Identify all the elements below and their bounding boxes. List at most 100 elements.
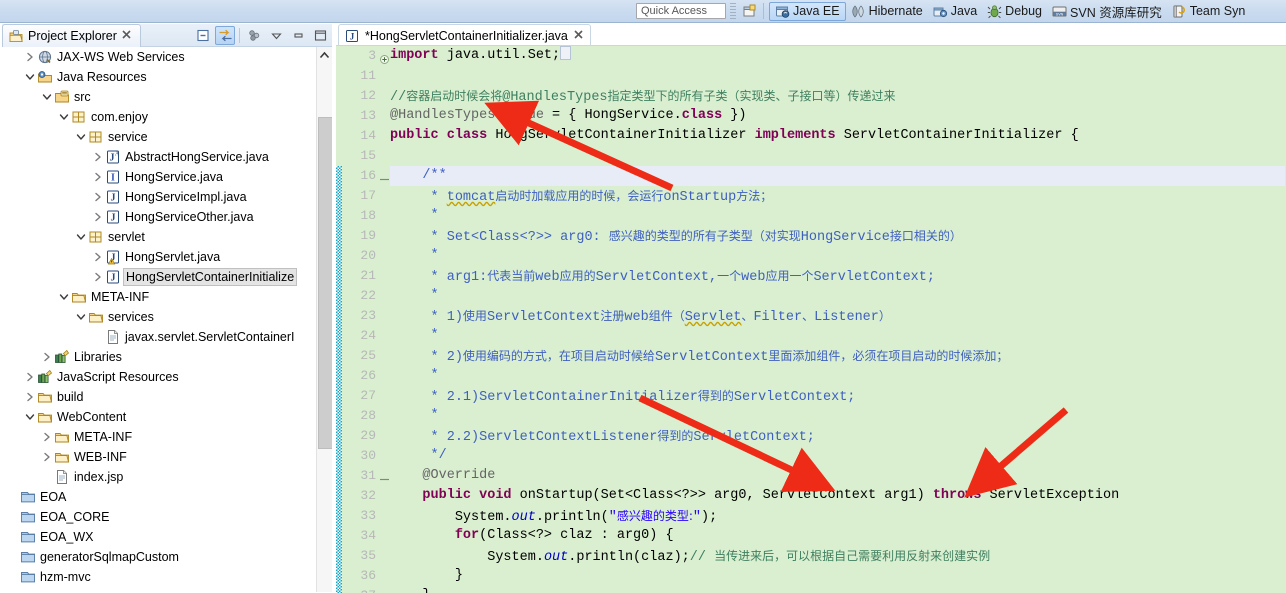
scroll-up-arrow-icon[interactable] bbox=[317, 47, 332, 63]
fold-collapse-icon[interactable] bbox=[380, 172, 389, 181]
tree-item[interactable]: WebContent bbox=[2, 407, 316, 427]
editor-tab-hongservletcontainerinitializer[interactable]: J *HongServletContainerInitializer.java bbox=[338, 24, 591, 47]
perspective-svn[interactable]: SVN SVN 资源库研究 bbox=[1047, 2, 1167, 21]
tree-item[interactable]: src bbox=[2, 87, 316, 107]
chevron-down-icon[interactable] bbox=[74, 130, 88, 144]
tree-item[interactable]: J HongServletContainerInitialize bbox=[2, 267, 316, 287]
perspective-debug[interactable]: Debug bbox=[982, 2, 1047, 21]
explorer-scrollbar-thumb[interactable] bbox=[318, 117, 332, 449]
chevron-down-icon[interactable] bbox=[74, 310, 88, 324]
quick-access-input[interactable]: Quick Access bbox=[636, 3, 726, 19]
chevron-right-icon[interactable] bbox=[91, 250, 105, 264]
chevron-right-icon[interactable] bbox=[91, 150, 105, 164]
tree-item[interactable]: generatorSqlmapCustom bbox=[2, 547, 316, 567]
perspective-hibernate[interactable]: Hibernate bbox=[846, 2, 928, 21]
fold-collapse-icon[interactable] bbox=[380, 472, 389, 481]
chevron-right-icon[interactable] bbox=[91, 190, 105, 204]
code-line[interactable]: } bbox=[390, 586, 1286, 593]
code-line[interactable]: * bbox=[390, 206, 1286, 226]
code-line[interactable]: * tomcat启动时加载应用的时候，会运行onStartup方法； bbox=[390, 186, 1286, 206]
code-line[interactable]: * arg1:代表当前web应用的ServletContext,一个web应用一… bbox=[390, 266, 1286, 286]
open-perspective-button[interactable] bbox=[740, 2, 758, 21]
close-icon[interactable] bbox=[121, 29, 132, 44]
chevron-right-icon[interactable] bbox=[91, 170, 105, 184]
tree-item[interactable]: J HongServiceOther.java bbox=[2, 207, 316, 227]
code-editing-area[interactable]: 3 11 12 13 14 15 16 17 18 19 20 21 22 23 24 25 26 27 28 29 3… bbox=[336, 46, 1286, 593]
tree-item[interactable]: META-INF bbox=[2, 287, 316, 307]
code-line[interactable]: for(Class<?> claz : arg0) { bbox=[390, 526, 1286, 546]
chevron-down-icon[interactable] bbox=[74, 230, 88, 244]
code-line[interactable]: */ bbox=[390, 446, 1286, 466]
tree-item[interactable]: Libraries bbox=[2, 347, 316, 367]
tree-item[interactable]: WEB-INF bbox=[2, 447, 316, 467]
chevron-right-icon[interactable] bbox=[91, 210, 105, 224]
toolbar-grip[interactable] bbox=[730, 3, 736, 19]
code-line[interactable]: //容器启动时候会将@HandlesTypes指定类型下的所有子类（实现类、子接… bbox=[390, 86, 1286, 106]
code-line[interactable]: * Set<Class<?>> arg0: 感兴趣的类型的所有子类型（对实现Ho… bbox=[390, 226, 1286, 246]
code-line[interactable]: /** bbox=[390, 166, 1286, 186]
tree-item[interactable]: index.jsp bbox=[2, 467, 316, 487]
code-line[interactable]: @HandlesTypes(value = { HongService.clas… bbox=[390, 106, 1286, 126]
code-line[interactable]: * 2)使用编码的方式，在项目启动时候给ServletContext里面添加组件… bbox=[390, 346, 1286, 366]
chevron-down-icon[interactable] bbox=[57, 290, 71, 304]
tree-item[interactable]: J HongServiceImpl.java bbox=[2, 187, 316, 207]
tree-item[interactable]: build bbox=[2, 387, 316, 407]
chevron-right-icon[interactable] bbox=[91, 270, 105, 284]
chevron-down-icon[interactable] bbox=[23, 70, 37, 84]
code-line[interactable]: * 1)使用ServletContext注册web组件（Servlet、Filt… bbox=[390, 306, 1286, 326]
tree-item[interactable]: servlet bbox=[2, 227, 316, 247]
source-code[interactable]: import java.util.Set; //容器启动时候会将@HandlesT… bbox=[390, 46, 1286, 593]
chevron-right-icon[interactable] bbox=[40, 450, 54, 464]
code-line[interactable]: @Override bbox=[390, 466, 1286, 486]
view-menu-button[interactable] bbox=[244, 26, 264, 45]
view-dropdown-button[interactable] bbox=[266, 26, 286, 45]
code-line[interactable]: System.out.println("感兴趣的类型:"); bbox=[390, 506, 1286, 526]
code-line[interactable]: System.out.println(claz);// 当传进来后，可以根据自己… bbox=[390, 546, 1286, 566]
collapse-all-button[interactable] bbox=[193, 26, 213, 45]
code-line[interactable] bbox=[390, 146, 1286, 166]
tree-item[interactable]: services bbox=[2, 307, 316, 327]
tree-item[interactable]: Java Resources bbox=[2, 67, 316, 87]
code-line[interactable]: import java.util.Set; bbox=[390, 46, 1286, 66]
chevron-right-icon[interactable] bbox=[40, 430, 54, 444]
tree-item[interactable]: JavaScript Resources bbox=[2, 367, 316, 387]
tree-item[interactable]: I HongService.java bbox=[2, 167, 316, 187]
tree-item[interactable]: service bbox=[2, 127, 316, 147]
chevron-down-icon[interactable] bbox=[23, 410, 37, 424]
tree-item[interactable]: javax.servlet.ServletContainerI bbox=[2, 327, 316, 347]
tree-item[interactable]: EOA bbox=[2, 487, 316, 507]
project-explorer-tab[interactable]: Project Explorer bbox=[2, 24, 141, 47]
tree-item[interactable]: J HongServlet.java bbox=[2, 247, 316, 267]
tree-item[interactable]: EOA_CORE bbox=[2, 507, 316, 527]
fold-expand-icon[interactable] bbox=[380, 52, 389, 64]
chevron-right-icon[interactable] bbox=[40, 350, 54, 364]
tree-item[interactable]: com.enjoy bbox=[2, 107, 316, 127]
perspective-java[interactable]: Java bbox=[928, 2, 982, 21]
tree-item[interactable]: hzm-mvc bbox=[2, 567, 316, 587]
code-line[interactable]: * bbox=[390, 246, 1286, 266]
link-with-editor-button[interactable] bbox=[215, 25, 235, 45]
code-line[interactable]: * 2.1)ServletContainerInitializer得到的Serv… bbox=[390, 386, 1286, 406]
perspective-java-ee[interactable]: Java EE bbox=[769, 1, 846, 21]
chevron-down-icon[interactable] bbox=[57, 110, 71, 124]
code-line[interactable]: * bbox=[390, 366, 1286, 386]
tree-item[interactable]: JAX-WS Web Services bbox=[2, 47, 316, 67]
folding-ruler[interactable] bbox=[379, 46, 390, 593]
tree-item[interactable]: J A AbstractHongService.java bbox=[2, 147, 316, 167]
perspective-team-sync[interactable]: Team Syn bbox=[1167, 2, 1251, 21]
code-line[interactable]: * 2.2)ServletContextListener得到的ServletCo… bbox=[390, 426, 1286, 446]
tree-item[interactable]: EOA_WX bbox=[2, 527, 316, 547]
chevron-right-icon[interactable] bbox=[23, 390, 37, 404]
chevron-right-icon[interactable] bbox=[23, 370, 37, 384]
minimize-button[interactable] bbox=[288, 26, 308, 45]
chevron-right-icon[interactable] bbox=[23, 50, 37, 64]
code-line[interactable]: * bbox=[390, 286, 1286, 306]
code-line[interactable] bbox=[390, 66, 1286, 86]
chevron-down-icon[interactable] bbox=[40, 90, 54, 104]
code-line[interactable]: public class HongServletContainerInitial… bbox=[390, 126, 1286, 146]
maximize-button[interactable] bbox=[310, 26, 330, 45]
code-line[interactable]: * bbox=[390, 406, 1286, 426]
close-icon[interactable] bbox=[573, 29, 584, 44]
project-tree[interactable]: JAX-WS Web Services Java Resources src com.… bbox=[2, 47, 316, 587]
tree-item[interactable]: META-INF bbox=[2, 427, 316, 447]
